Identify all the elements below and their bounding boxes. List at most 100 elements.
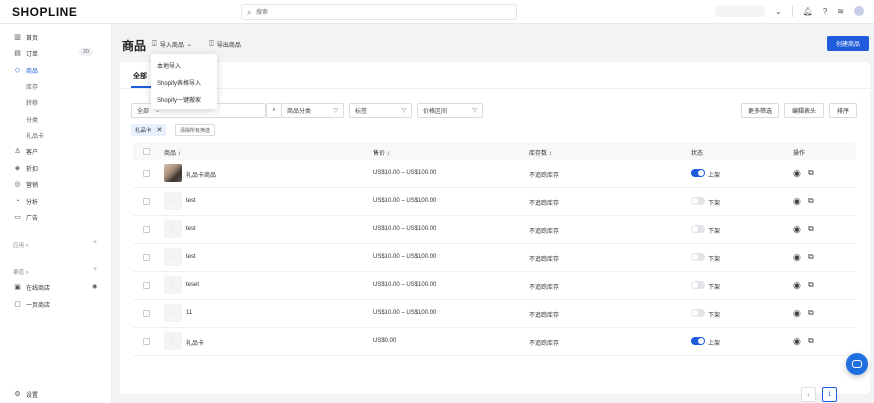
sidebar-sub-inventory[interactable]: 库存 — [26, 80, 38, 92]
product-price: US$10.00 – US$100.00 — [373, 310, 437, 316]
table-row[interactable]: ◌ test US$10.00 – US$100.00 不追踪库存 下架 ◉ ⧉ — [133, 216, 856, 244]
copy-icon[interactable]: ⧉ — [808, 252, 814, 262]
sidebar-item-orders[interactable]: ▤ 订单 20 — [13, 47, 103, 59]
search-input[interactable] — [256, 7, 506, 18]
row-checkbox[interactable] — [143, 226, 150, 233]
export-products-button[interactable]: ⍐ 导出商品 — [209, 39, 241, 49]
sidebar-item-label: 在线商店 — [26, 285, 51, 292]
tab-all[interactable]: 全部 — [133, 71, 147, 81]
category-filter[interactable]: 商品分类 ▽ — [281, 103, 344, 118]
import-products-button[interactable]: ⍗ 导入商品 ⌄ — [152, 39, 192, 49]
product-price: US$0.00 — [373, 338, 397, 344]
price-range-filter[interactable]: 价格区间 ▽ — [417, 103, 483, 118]
eye-icon[interactable]: ◉ — [793, 336, 801, 347]
clear-filters-button[interactable]: 清除所有筛选 — [175, 124, 216, 136]
product-name[interactable]: 礼品卡商品 — [186, 170, 216, 179]
help-icon[interactable]: ? — [823, 7, 827, 16]
publish-toggle[interactable] — [691, 197, 705, 205]
header-price[interactable]: 售价 ↕ — [373, 148, 390, 157]
copy-icon[interactable]: ⧉ — [808, 168, 814, 178]
product-name[interactable]: test — [186, 254, 196, 260]
copy-icon[interactable]: ⧉ — [808, 196, 814, 206]
more-filters-button[interactable]: 更多筛选 — [741, 103, 779, 118]
sidebar-item-analytics[interactable]: ◔ 分析 — [13, 195, 103, 207]
pagination-prev-button[interactable]: ‹ — [801, 387, 816, 402]
row-checkbox[interactable] — [143, 198, 150, 205]
row-checkbox[interactable] — [143, 254, 150, 261]
section-apps-label[interactable]: 应用 > — [13, 241, 29, 249]
product-name[interactable]: 11 — [186, 310, 192, 316]
sort-button[interactable]: 排序 — [829, 103, 857, 118]
sidebar-item-products[interactable]: ◇ 商品 — [13, 64, 103, 76]
product-name[interactable]: 礼品卡 — [186, 338, 204, 347]
eye-icon[interactable]: ◉ — [793, 168, 801, 179]
table-row[interactable]: ◌ test US$10.00 – US$100.00 不追踪库存 下架 ◉ ⧉ — [133, 244, 856, 272]
eye-icon[interactable]: ◉ — [793, 196, 801, 207]
sidebar-item-customers[interactable]: ♙ 客户 — [13, 145, 103, 157]
eye-icon[interactable]: ◉ — [793, 224, 801, 235]
row-checkbox[interactable] — [143, 282, 150, 289]
copy-icon[interactable]: ⧉ — [808, 336, 814, 346]
sidebar-sub-transfers[interactable]: 转移 — [26, 96, 38, 108]
add-channel-icon[interactable]: + — [93, 266, 97, 273]
edit-columns-button[interactable]: 编辑表头 — [784, 103, 824, 118]
chevron-down-icon[interactable]: ⌄ — [775, 7, 782, 16]
row-checkbox[interactable] — [143, 338, 150, 345]
menu-item-shopify-migrate[interactable]: Shopify一键搬家 — [151, 91, 217, 108]
user-avatar[interactable] — [854, 6, 864, 16]
close-icon[interactable]: ✕ — [157, 126, 163, 134]
sidebar-item-marketing[interactable]: ◎ 营销 — [13, 178, 103, 190]
table-row[interactable]: 礼品卡商品 US$10.00 – US$100.00 不追踪库存 上架 ◉ ⧉ — [133, 160, 856, 188]
store-selector[interactable] — [714, 5, 765, 17]
sidebar-sub-categories[interactable]: 分类 — [26, 113, 38, 125]
menu-item-local-import[interactable]: 本地导入 — [151, 57, 217, 74]
eye-icon[interactable]: ◉ — [793, 308, 801, 319]
scope-label: 全部 — [137, 109, 150, 115]
publish-toggle[interactable] — [691, 309, 705, 317]
header-stock[interactable]: 库存数 ↕ — [529, 148, 552, 157]
search-box[interactable]: ⌕ — [241, 4, 517, 20]
publish-toggle[interactable] — [691, 169, 705, 177]
table-row[interactable]: ◌ 礼品卡 US$0.00 不追踪库存 上架 ◉ ⧉ — [133, 328, 856, 356]
sidebar-sub-giftcards[interactable]: 礼品卡 — [26, 129, 44, 141]
chat-button[interactable] — [846, 353, 868, 375]
product-name[interactable]: test — [186, 198, 196, 204]
filter-search-button[interactable]: ⌕ — [266, 103, 282, 118]
section-channels-label[interactable]: 渠道 > — [13, 268, 29, 276]
publish-toggle[interactable] — [691, 281, 705, 289]
publish-toggle[interactable] — [691, 253, 705, 261]
table-row[interactable]: ◌ test US$10.00 – US$100.00 不追踪库存 下架 ◉ ⧉ — [133, 188, 856, 216]
product-name[interactable]: test — [186, 226, 196, 232]
publish-toggle[interactable] — [691, 337, 705, 345]
sidebar-item-label: 设置 — [26, 392, 39, 399]
pagination-current-page[interactable]: 1 — [822, 387, 837, 402]
header-product[interactable]: 商品 ↕ — [164, 148, 181, 157]
sidebar-item-settings[interactable]: ⚙ 设置 — [13, 388, 103, 400]
create-product-button[interactable]: 创建商品 — [827, 36, 869, 51]
import-dropdown-menu: 本地导入 Shopify表格导入 Shopify一键搬家 — [151, 54, 217, 109]
sidebar-item-page-store[interactable]: ▢ 一页商店 — [13, 298, 103, 310]
sidebar-item-home[interactable]: ▥ 首页 — [13, 31, 103, 43]
tag-filter[interactable]: 标签 ▽ — [349, 103, 412, 118]
table-row[interactable]: ◌ teset US$10.00 – US$100.00 不追踪库存 下架 ◉ ⧉ — [133, 272, 856, 300]
shopline-logo[interactable]: SHOPLINE — [12, 5, 77, 19]
publish-toggle[interactable] — [691, 225, 705, 233]
eye-icon[interactable]: ◉ — [793, 252, 801, 263]
wifi-icon[interactable]: ≋ — [837, 7, 844, 16]
table-row[interactable]: ◌ 11 US$10.00 – US$100.00 不追踪库存 下架 ◉ ⧉ — [133, 300, 856, 328]
copy-icon[interactable]: ⧉ — [808, 280, 814, 290]
eye-icon[interactable]: ◉ — [92, 283, 97, 290]
menu-item-shopify-sheet-import[interactable]: Shopify表格导入 — [151, 74, 217, 91]
sidebar-item-discounts[interactable]: ◈ 折扣 — [13, 162, 103, 174]
copy-icon[interactable]: ⧉ — [808, 308, 814, 318]
add-app-icon[interactable]: + — [93, 239, 97, 246]
sidebar-item-ads[interactable]: ▭ 广告 — [13, 211, 103, 223]
copy-icon[interactable]: ⧉ — [808, 224, 814, 234]
bell-icon[interactable]: 🔔︎ — [803, 7, 813, 16]
sidebar-item-online-store[interactable]: ▣ 在线商店 — [13, 281, 103, 293]
row-checkbox[interactable] — [143, 170, 150, 177]
product-name[interactable]: teset — [186, 282, 199, 288]
row-checkbox[interactable] — [143, 310, 150, 317]
select-all-checkbox[interactable] — [143, 148, 150, 155]
eye-icon[interactable]: ◉ — [793, 280, 801, 291]
